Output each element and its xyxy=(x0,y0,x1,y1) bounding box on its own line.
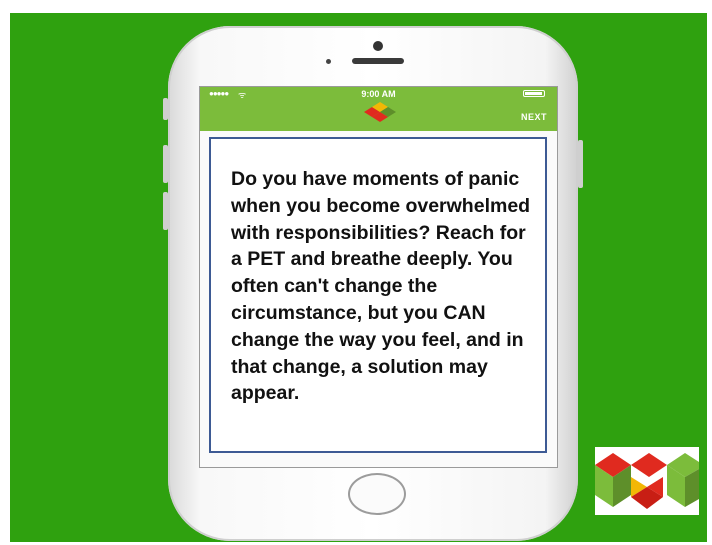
app-header-bar: ●●●●● ᯤ 9:00 AM NEXT xyxy=(200,87,557,131)
battery-icon xyxy=(523,90,545,97)
status-bar: ●●●●● ᯤ 9:00 AM xyxy=(200,87,557,101)
proximity-sensor xyxy=(326,59,331,64)
message-text: Do you have moments of panic when you be… xyxy=(231,168,531,405)
home-button-icon[interactable] xyxy=(348,473,406,515)
message-card: Do you have moments of panic when you be… xyxy=(209,137,547,453)
phone-screen: ●●●●● ᯤ 9:00 AM NEXT Do you have moments… xyxy=(199,86,558,468)
status-time: 9:00 AM xyxy=(361,89,396,99)
brand-logo-icon xyxy=(595,447,699,515)
next-button[interactable]: NEXT xyxy=(521,112,547,122)
earpiece-speaker xyxy=(352,58,404,64)
app-logo-icon xyxy=(364,102,396,122)
volume-down-button xyxy=(163,192,168,230)
volume-up-button xyxy=(163,145,168,183)
mute-switch xyxy=(163,98,168,120)
power-button xyxy=(578,140,583,188)
front-camera-icon xyxy=(373,41,383,51)
